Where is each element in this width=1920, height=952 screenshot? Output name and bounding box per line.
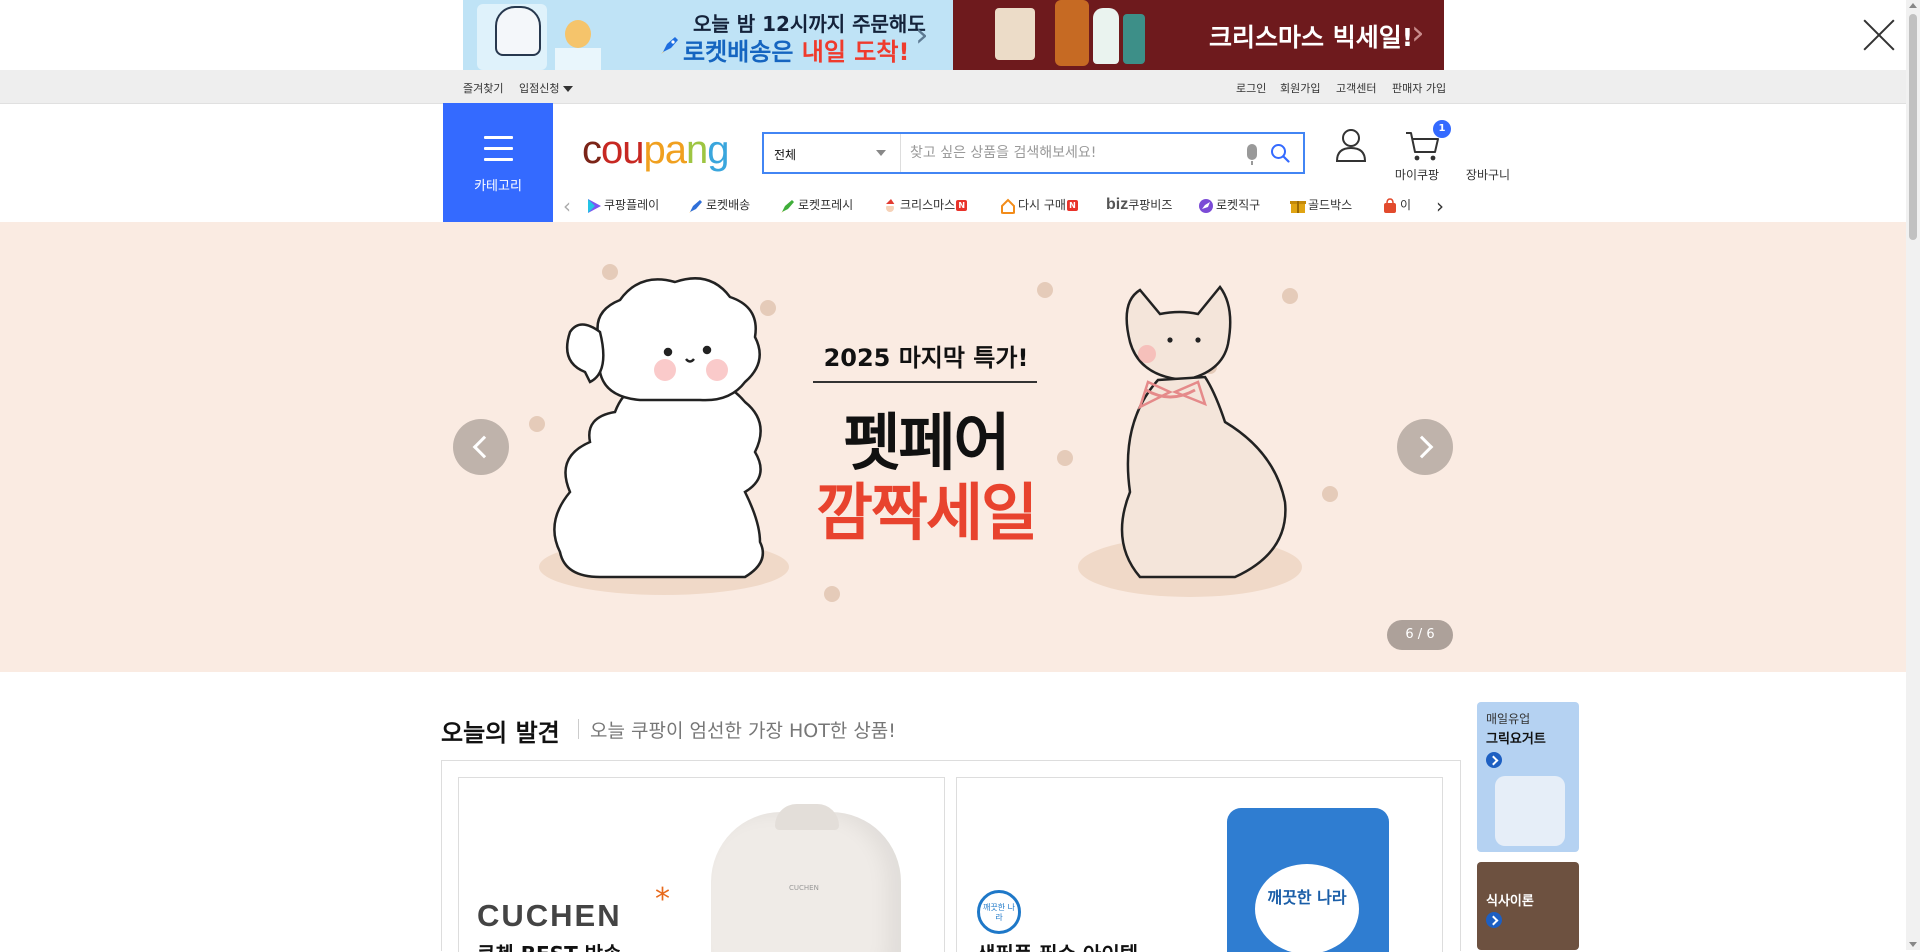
product-bottle-image: [1093, 8, 1119, 64]
today-discovery-box: CUCHEN CUCHEN * 쿠첸 BEST 방송 깨끗한 나라 깨끗한 나라…: [441, 760, 1461, 952]
hero-slide-counter: 6 / 6: [1387, 620, 1453, 650]
nav-item-goldbox[interactable]: 골드박스: [1290, 196, 1352, 216]
side-ad-title: 그릭요거트: [1486, 732, 1546, 747]
nav-item-new[interactable]: 이: [1382, 196, 1420, 216]
cart-button[interactable]: 1 장바구니: [1389, 120, 1510, 184]
customer-center-link[interactable]: 고객센터: [1336, 80, 1376, 96]
hero-subtitle: 2025 마지막 특가!: [823, 344, 1029, 372]
chevron-right-icon: ›: [1411, 13, 1425, 53]
seller-signup-link[interactable]: 판매자 가입: [1392, 80, 1446, 96]
mic-icon[interactable]: [1247, 144, 1257, 165]
coupang-logo[interactable]: coupang: [582, 128, 730, 173]
biz-icon: biz: [1106, 196, 1129, 213]
hero-next-button[interactable]: [1397, 419, 1453, 475]
search-box: 전체: [762, 132, 1305, 174]
cart-count-badge: 1: [1433, 120, 1451, 138]
search-input[interactable]: [902, 134, 1248, 172]
play-icon: [588, 198, 601, 213]
close-icon[interactable]: [1862, 18, 1896, 52]
rocket-icon: [689, 199, 702, 213]
nav-item-reorder[interactable]: 다시 구매 N: [1000, 196, 1078, 216]
top-promo-bar: 오늘 밤 12시까지 주문해도 로켓배송은 내일 도착! › 크리스마스 빅세일…: [0, 0, 1906, 70]
promo-character: [495, 6, 541, 56]
rocket-icon: [661, 37, 678, 54]
brand-mark: *: [655, 882, 670, 917]
promo-banner-christmas[interactable]: 크리스마스 빅세일! ›: [953, 0, 1444, 70]
hamburger-icon: [484, 136, 513, 161]
promo-line2: 로켓배송은 내일 도착!: [683, 38, 910, 66]
santa-icon: [885, 198, 895, 212]
promo-pedestal: [555, 48, 601, 70]
new-badge: N: [956, 200, 968, 211]
rocket-fresh-icon: [781, 199, 794, 213]
brand-logo: CUCHEN: [477, 898, 622, 933]
arrow-right-icon: [1486, 912, 1502, 928]
nav-item-rocket-fresh[interactable]: 로켓프레시: [780, 196, 853, 216]
rice-cooker-image: CUCHEN: [711, 804, 901, 952]
user-icon: [1335, 129, 1367, 162]
side-ad-brand: 매일유업: [1486, 712, 1531, 726]
tissue-product-image: 깨끗한 나라: [1227, 808, 1389, 952]
product-bottle-image: [1123, 14, 1145, 64]
mypage-button[interactable]: 마이쿠팡: [1318, 128, 1439, 184]
hero-prev-button[interactable]: [453, 419, 509, 475]
hero-title-line2: 깜짝세일: [815, 476, 1038, 549]
brand-badge: 깨끗한 나라: [977, 890, 1021, 934]
scroll-thumb[interactable]: [1909, 14, 1917, 240]
login-link[interactable]: 로그인: [1236, 80, 1266, 96]
cart-label: 장바구니: [1465, 168, 1511, 182]
product-bottle-image: [1055, 0, 1089, 66]
scroll-up-icon[interactable]: [1909, 3, 1917, 8]
utility-bar: 즐겨찾기 입점신청 로그인 회원가입 고객센터 판매자 가입: [0, 70, 1906, 104]
side-ad-meal[interactable]: 식사이론: [1477, 862, 1579, 950]
promo-banner-rocket-delivery[interactable]: 오늘 밤 12시까지 주문해도 로켓배송은 내일 도착! ›: [463, 0, 953, 70]
nav-item-coupang-play[interactable]: 쿠팡플레이: [586, 196, 659, 216]
arrow-right-icon: [1486, 752, 1502, 768]
reorder-icon: [1001, 198, 1015, 214]
product-bottle-image: [995, 8, 1035, 60]
search-category-select[interactable]: 전체: [764, 134, 901, 172]
discovery-card[interactable]: 깨끗한 나라 깨끗한 나라 생필품 필수 아이템: [956, 777, 1443, 952]
nav-item-rocket-global[interactable]: 로켓직구: [1198, 196, 1260, 216]
chevron-right-icon: ›: [915, 15, 929, 55]
promo-text: 크리스마스 빅세일!: [1209, 23, 1414, 52]
search-icon[interactable]: [1270, 143, 1290, 163]
side-ad-yogurt[interactable]: 매일유업 그릭요거트: [1477, 702, 1579, 852]
scrollbar[interactable]: [1906, 0, 1920, 950]
search-category-value: 전체: [774, 148, 797, 162]
goldbox-icon: [1290, 200, 1306, 213]
category-menu-button[interactable]: 카테고리: [443, 103, 553, 222]
discovery-card[interactable]: CUCHEN CUCHEN * 쿠첸 BEST 방송: [458, 777, 945, 952]
new-badge: N: [1066, 200, 1078, 211]
bookmark-link[interactable]: 즐겨찾기: [463, 80, 503, 96]
nav-prev-icon[interactable]: ‹: [563, 196, 571, 216]
section-subtitle: 오늘 쿠팡이 엄선한 가장 HOT한 상품!: [590, 720, 896, 742]
nav-next-icon[interactable]: ›: [1436, 196, 1444, 216]
seller-apply-menu[interactable]: 입점신청: [519, 80, 573, 96]
divider: [578, 719, 579, 739]
pear-image: [565, 20, 591, 48]
nav-item-rocket-delivery[interactable]: 로켓배송: [688, 196, 750, 216]
side-ad-title: 식사이론: [1486, 894, 1534, 909]
signup-link[interactable]: 회원가입: [1280, 80, 1320, 96]
promo-highlight: 내일 도착!: [801, 38, 910, 66]
new-bag-icon: [1384, 197, 1396, 213]
global-icon: [1199, 198, 1213, 213]
chevron-down-icon: [876, 150, 886, 156]
section-title: 오늘의 발견: [441, 719, 560, 747]
scroll-down-icon[interactable]: [1909, 942, 1917, 947]
hero-divider: [813, 381, 1037, 383]
nav-item-christmas[interactable]: 크리스마스 N: [882, 196, 968, 216]
hero-banner[interactable]: 2025 마지막 특가! 펫페어 깜짝세일 6 / 6: [0, 222, 1906, 672]
yogurt-image: [1495, 776, 1565, 846]
category-label: 카테고리: [474, 179, 522, 194]
nav-item-coupang-biz[interactable]: biz쿠팡비즈: [1106, 196, 1172, 216]
